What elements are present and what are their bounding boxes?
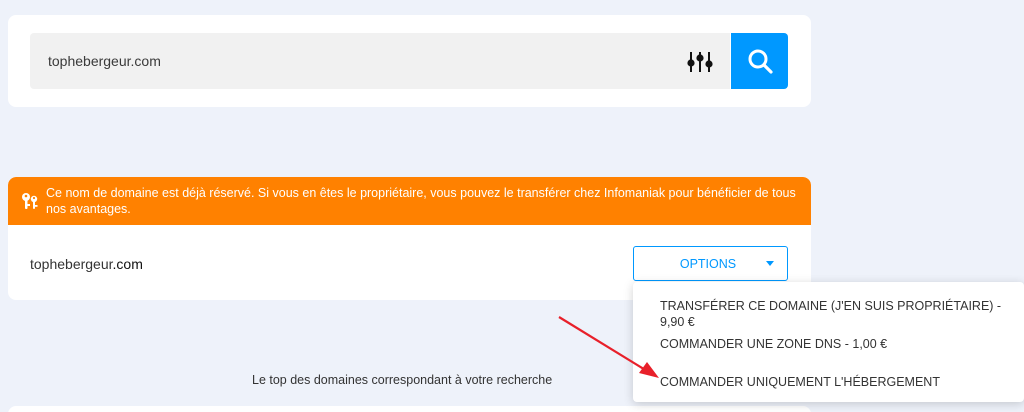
domain-base: tophebergeur: [30, 256, 113, 272]
alert-message: Ce nom de domaine est déjà réservé. Si v…: [46, 186, 796, 216]
sliders-icon[interactable]: [686, 50, 714, 74]
annotation-arrow-icon: [558, 316, 659, 378]
keys-icon: [22, 193, 38, 209]
search-icon: [748, 49, 773, 74]
menu-item-order-dns-zone[interactable]: COMMANDER UNE ZONE DNS - 1,00 €: [633, 336, 1024, 374]
search-input-value: tophebergeur.com: [48, 53, 161, 69]
domain-name: tophebergeur.com: [30, 256, 143, 272]
caret-down-icon: [766, 261, 774, 266]
options-dropdown-menu: TRANSFÉRER CE DOMAINE (J'EN SUIS PROPRIÉ…: [633, 282, 1024, 402]
search-input[interactable]: tophebergeur.com: [30, 33, 730, 89]
menu-item-order-hosting-only[interactable]: COMMANDER UNIQUEMENT L'HÉBERGEMENT: [633, 374, 1024, 412]
domain-taken-alert: Ce nom de domaine est déjà réservé. Si v…: [8, 177, 811, 225]
search-button[interactable]: [731, 33, 788, 89]
options-label: OPTIONS: [679, 257, 737, 271]
domain-tld: .com: [112, 256, 143, 272]
top-domains-heading: Le top des domaines correspondant à votr…: [252, 373, 553, 387]
search-card: tophebergeur.com: [8, 15, 811, 107]
options-dropdown-button[interactable]: OPTIONS: [633, 246, 788, 281]
menu-item-transfer-domain[interactable]: TRANSFÉRER CE DOMAINE (J'EN SUIS PROPRIÉ…: [633, 298, 1024, 336]
